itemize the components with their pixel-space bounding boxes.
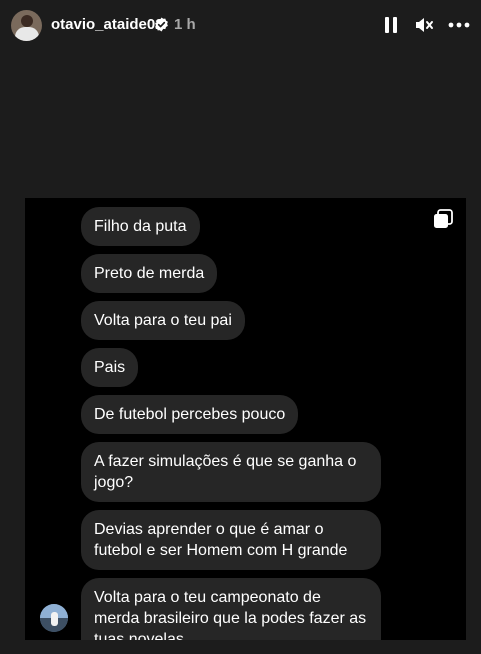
message-bubble: Preto de merda xyxy=(81,254,218,293)
sender-avatar-figure xyxy=(51,612,58,626)
verified-badge-icon xyxy=(155,17,168,32)
message-bubble: A fazer simulações é que se ganha o jogo… xyxy=(81,442,381,502)
message-bubble: Volta para o teu campeonato de merda bra… xyxy=(81,578,381,640)
shared-screenshot: Filho da puta Preto de merda Volta para … xyxy=(25,198,466,640)
more-options-icon[interactable] xyxy=(448,15,470,35)
username[interactable]: otavio_ataide02 xyxy=(51,16,164,33)
message-bubble: De futebol percebes pouco xyxy=(81,395,299,434)
profile-avatar[interactable] xyxy=(11,10,42,41)
mute-icon[interactable] xyxy=(414,15,434,35)
message-list: Filho da puta Preto de merda Volta para … xyxy=(81,207,421,640)
message-bubble: Pais xyxy=(81,348,139,387)
message-bubble: Filho da puta xyxy=(81,207,200,246)
avatar-torso xyxy=(15,27,39,41)
avatar-head xyxy=(21,15,33,27)
message-bubble: Devias aprender o que é amar o futebol e… xyxy=(81,510,381,570)
copy-icon xyxy=(434,209,453,228)
sender-avatar xyxy=(40,604,68,632)
post-time: 1 h xyxy=(174,16,196,33)
message-bubble: Volta para o teu pai xyxy=(81,301,245,340)
story-header: otavio_ataide02 1 h xyxy=(0,0,481,50)
pause-icon[interactable] xyxy=(384,16,398,34)
